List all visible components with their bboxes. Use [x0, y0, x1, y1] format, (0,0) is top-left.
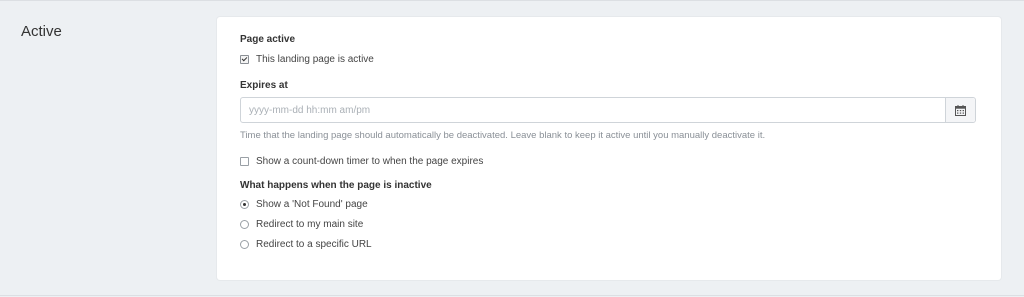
countdown-checkbox[interactable]: [240, 156, 249, 166]
top-divider: [0, 0, 1024, 1]
specific-url-radio-label: Redirect to a specific URL: [256, 238, 372, 250]
main-site-radio-label: Redirect to my main site: [256, 218, 364, 230]
page-active-label: Page active: [240, 34, 296, 45]
main-site-radio[interactable]: [240, 219, 249, 229]
section-title: Active: [21, 23, 62, 40]
countdown-checkbox-label: Show a count-down timer to when the page…: [256, 155, 484, 167]
countdown-option[interactable]: Show a count-down timer to when the page…: [240, 154, 483, 168]
bottom-divider: [0, 295, 1024, 296]
expires-at-input[interactable]: [241, 98, 945, 122]
calendar-button[interactable]: [945, 98, 975, 122]
inactive-option-specific-url[interactable]: Redirect to a specific URL: [240, 237, 372, 251]
not-found-radio[interactable]: [240, 199, 249, 209]
inactive-behavior-label: What happens when the page is inactive: [240, 180, 432, 191]
specific-url-radio[interactable]: [240, 239, 249, 249]
page-active-option[interactable]: This landing page is active: [240, 52, 374, 66]
calendar-icon: [955, 104, 966, 116]
expires-at-label: Expires at: [240, 80, 288, 91]
inactive-option-not-found[interactable]: Show a 'Not Found' page: [240, 197, 368, 211]
expires-at-input-group: [240, 97, 976, 123]
not-found-radio-label: Show a 'Not Found' page: [256, 198, 368, 210]
active-settings-panel: Page active This landing page is active …: [217, 17, 1001, 280]
page-active-checkbox[interactable]: [240, 54, 249, 64]
expires-at-help-text: Time that the landing page should automa…: [240, 130, 766, 141]
page-active-checkbox-label: This landing page is active: [256, 53, 374, 65]
inactive-option-main-site[interactable]: Redirect to my main site: [240, 217, 363, 231]
